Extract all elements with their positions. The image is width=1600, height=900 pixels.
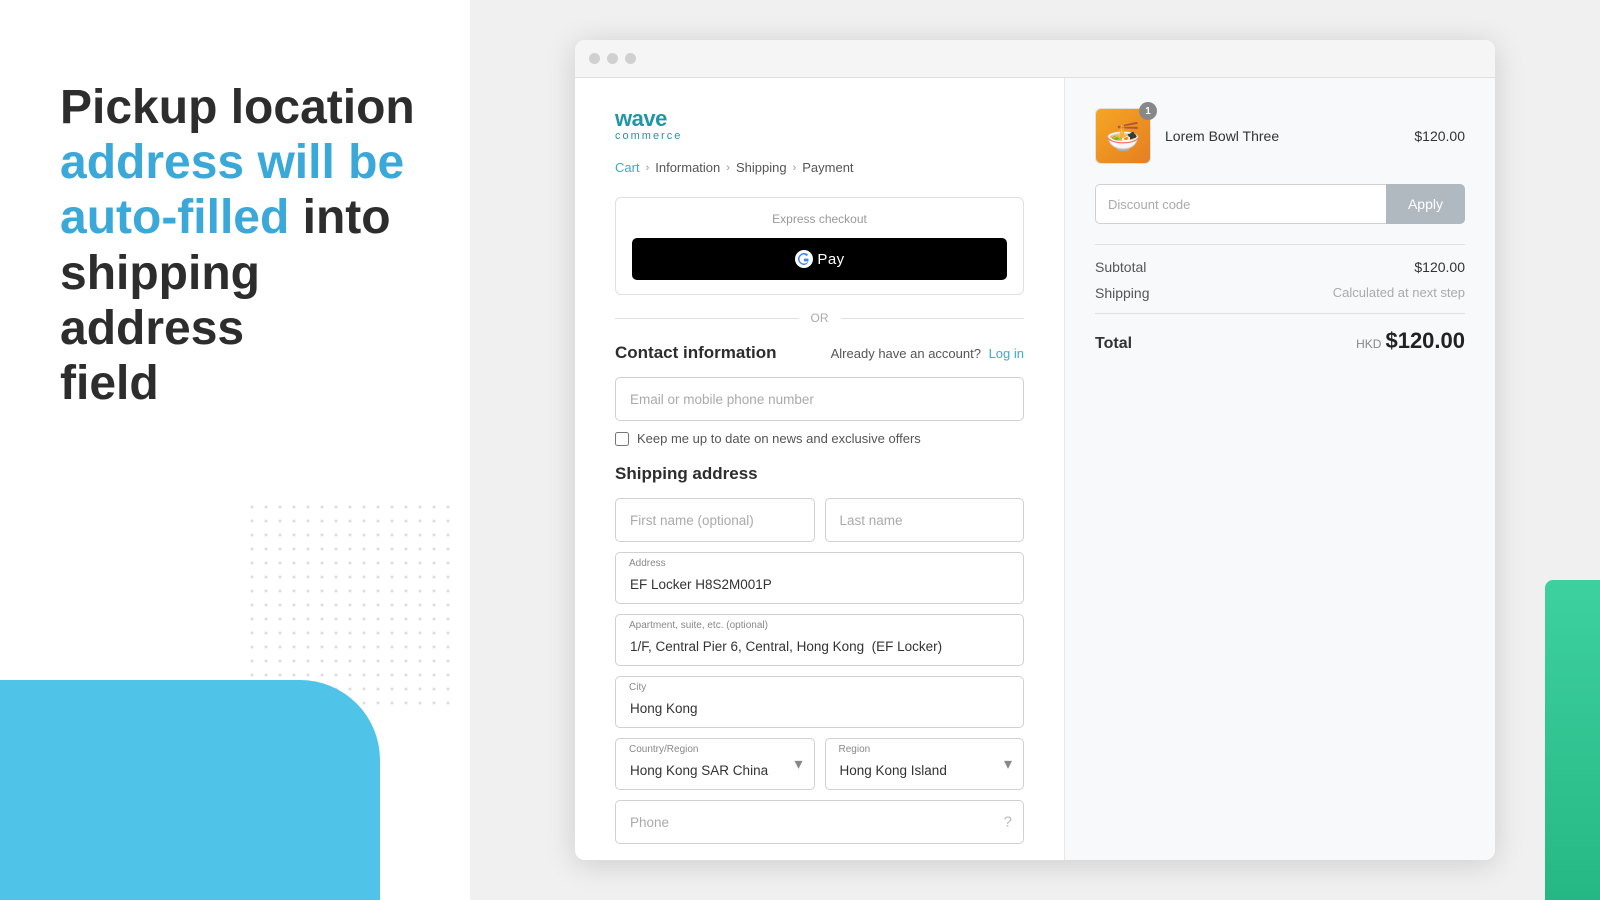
last-name-input[interactable] — [825, 498, 1025, 542]
breadcrumb-cart[interactable]: Cart — [615, 160, 640, 175]
subtotal-label: Subtotal — [1095, 259, 1146, 275]
browser-dot-green — [625, 53, 636, 64]
breadcrumb-sep1: › — [646, 162, 650, 174]
phone-help-icon[interactable]: ? — [1004, 814, 1012, 831]
contact-title-text: Contact information — [615, 343, 777, 363]
already-account-text: Already have an account? Log in — [831, 346, 1024, 361]
headline-line1: Pickup location — [60, 81, 415, 134]
logo-sub: commerce — [615, 130, 1024, 142]
login-link[interactable]: Log in — [989, 346, 1024, 361]
already-text: Already have an account? — [831, 346, 981, 361]
blue-blob-decoration — [0, 680, 380, 900]
express-checkout-title: Express checkout — [632, 212, 1007, 226]
browser-content: wave commerce Cart › Information › Shipp… — [575, 78, 1495, 860]
breadcrumb-payment[interactable]: Payment — [802, 160, 853, 175]
headline-line3-rest: into — [289, 191, 390, 244]
breadcrumb: Cart › Information › Shipping › Payment — [615, 160, 1024, 175]
item-price: $120.00 — [1414, 128, 1465, 144]
browser-toolbar — [575, 40, 1495, 78]
address-input[interactable] — [615, 552, 1024, 604]
total-label: Total — [1095, 335, 1132, 353]
item-quantity-badge: 1 — [1139, 102, 1157, 120]
or-line-left — [615, 318, 799, 319]
discount-row: Apply — [1095, 184, 1465, 224]
shipping-section: Shipping address Address — [615, 464, 1024, 844]
region-select[interactable]: Hong Kong Island — [825, 738, 1025, 790]
name-row — [615, 498, 1024, 542]
breadcrumb-sep2: › — [726, 162, 730, 174]
browser-window: wave commerce Cart › Information › Shipp… — [575, 40, 1495, 860]
teal-strip-decoration — [1545, 580, 1600, 900]
total-value: $120.00 — [1385, 328, 1465, 354]
country-select[interactable]: Hong Kong SAR China — [615, 738, 815, 790]
subtotal-row: Subtotal $120.00 — [1095, 259, 1465, 275]
headline-line5: field — [60, 357, 159, 410]
apt-group: Apartment, suite, etc. (optional) — [615, 614, 1024, 666]
headline-line3-blue: auto-filled — [60, 191, 289, 244]
shipping-value: Calculated at next step — [1333, 285, 1465, 301]
browser-dot-yellow — [607, 53, 618, 64]
shipping-title-text: Shipping address — [615, 464, 758, 484]
headline-line2: address will be — [60, 136, 404, 189]
subtotal-value: $120.00 — [1414, 259, 1465, 275]
express-checkout-box: Express checkout Pay — [615, 197, 1024, 295]
logo-text: wave — [615, 108, 1024, 130]
email-form-group — [615, 377, 1024, 421]
contact-section-title: Contact information Already have an acco… — [615, 343, 1024, 363]
total-currency: HKD — [1356, 337, 1381, 351]
newsletter-row: Keep me up to date on news and exclusive… — [615, 431, 1024, 446]
order-item: 🍜 1 Lorem Bowl Three $120.00 — [1095, 108, 1465, 164]
email-input[interactable] — [615, 377, 1024, 421]
shipping-section-title: Shipping address — [615, 464, 1024, 484]
gpay-g-logo — [794, 249, 814, 269]
breadcrumb-shipping[interactable]: Shipping — [736, 160, 787, 175]
shipping-row: Shipping Calculated at next step — [1095, 285, 1465, 301]
first-name-group — [615, 498, 815, 542]
or-text: OR — [811, 311, 829, 325]
first-name-input[interactable] — [615, 498, 815, 542]
checkout-form-panel: wave commerce Cart › Information › Shipp… — [575, 78, 1065, 860]
left-panel: Pickup location address will be auto-fil… — [0, 0, 470, 900]
right-panel: wave commerce Cart › Information › Shipp… — [470, 0, 1600, 900]
breadcrumb-information[interactable]: Information — [655, 160, 720, 175]
country-region-row: Country/Region Hong Kong SAR China ▾ Reg… — [615, 738, 1024, 790]
city-input[interactable] — [615, 676, 1024, 728]
address-group: Address — [615, 552, 1024, 604]
phone-input[interactable] — [615, 800, 1024, 844]
headline-line4: shipping address — [60, 247, 260, 355]
headline-text: Pickup location address will be auto-fil… — [60, 80, 420, 411]
browser-dot-red — [589, 53, 600, 64]
shipping-label: Shipping — [1095, 285, 1150, 301]
or-divider: OR — [615, 311, 1024, 325]
contact-section: Contact information Already have an acco… — [615, 343, 1024, 446]
phone-group: ? — [615, 800, 1024, 844]
city-group: City — [615, 676, 1024, 728]
order-summary-panel: 🍜 1 Lorem Bowl Three $120.00 Apply — [1065, 78, 1495, 860]
region-group: Region Hong Kong Island ▾ — [825, 738, 1025, 790]
gpay-button[interactable]: Pay — [632, 238, 1007, 280]
country-group: Country/Region Hong Kong SAR China ▾ — [615, 738, 815, 790]
discount-input[interactable] — [1095, 184, 1386, 224]
apply-discount-button[interactable]: Apply — [1386, 184, 1465, 224]
breadcrumb-sep3: › — [793, 162, 797, 174]
total-value-wrap: HKD $120.00 — [1356, 328, 1465, 354]
apt-input[interactable] — [615, 614, 1024, 666]
last-name-group — [825, 498, 1025, 542]
item-name: Lorem Bowl Three — [1165, 128, 1400, 144]
logo-area: wave commerce — [615, 108, 1024, 142]
gpay-label: Pay — [817, 251, 844, 268]
item-info: Lorem Bowl Three — [1165, 128, 1400, 144]
newsletter-label: Keep me up to date on news and exclusive… — [637, 431, 921, 446]
total-row: Total HKD $120.00 — [1095, 313, 1465, 354]
newsletter-checkbox[interactable] — [615, 432, 629, 446]
summary-divider — [1095, 244, 1465, 245]
or-line-right — [841, 318, 1025, 319]
item-image-wrapper: 🍜 1 — [1095, 108, 1151, 164]
